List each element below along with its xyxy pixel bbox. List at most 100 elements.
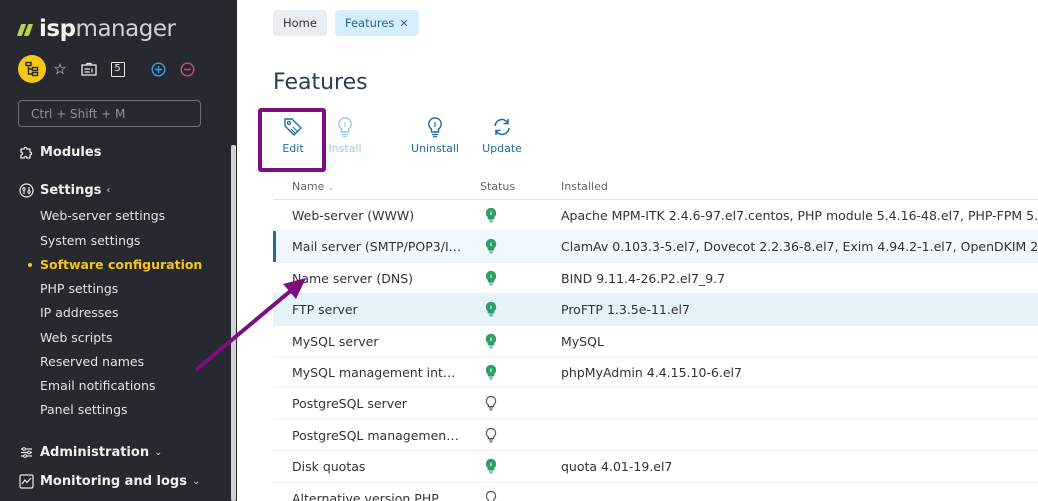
sidebar-item-label: Software configuration [40, 257, 203, 272]
table-row[interactable]: MySQL management interface phpMyAdmin 4.4… [273, 357, 1038, 389]
feature-name: Name server (DNS) [292, 270, 414, 286]
sidebar-item-ip-addresses[interactable]: IP addresses [40, 304, 119, 322]
tag-edit-icon [284, 118, 302, 136]
lightbulb-icon [338, 117, 352, 138]
page-title: Features [273, 70, 368, 95]
sidebar: ispmanager ☆ 5 Modules Settings ‹ Web-se… [0, 0, 237, 501]
tab-features[interactable]: Features ✕ [334, 10, 419, 36]
sidebar-item-reserved-names[interactable]: Reserved names [40, 353, 144, 371]
lightbulb-on-icon [484, 301, 498, 317]
lightbulb-off-icon [484, 427, 498, 443]
column-header-installed[interactable]: Installed [561, 180, 608, 193]
add-circle-icon[interactable] [151, 55, 166, 83]
column-header-name[interactable]: Name ⌄ [292, 180, 334, 193]
lightbulb-off-icon [484, 395, 498, 411]
lightbulb-on-icon [484, 270, 498, 286]
chevron-left-icon: ‹ [106, 184, 111, 196]
update-label: Update [482, 142, 522, 155]
feature-name: Mail server (SMTP/POP3/IMAP) [292, 239, 462, 255]
table-row[interactable]: PostgreSQL server [273, 388, 1038, 420]
installed-version: BIND 9.11.4-26.P2.el7_9.7 [561, 270, 726, 286]
features-table: Name ⌄ Status Installed Web-server (WWW) A… [273, 172, 1038, 501]
nav-section-label: Monitoring and logs [40, 473, 187, 489]
favorites-star-icon[interactable]: ☆ [52, 55, 68, 83]
logo-mark-icon [16, 22, 35, 36]
puzzle-icon [18, 144, 34, 160]
chevron-down-icon: ⌄ [154, 446, 163, 458]
installed-version: ProFTP 1.3.5e-11.el7 [561, 302, 690, 318]
install-button[interactable]: Install [317, 112, 373, 162]
chevron-down-icon: ⌄ [191, 475, 201, 487]
monitoring-chart-icon [18, 473, 34, 489]
installed-version: quota 4.01-19.el7 [561, 459, 673, 475]
update-button[interactable]: Update [474, 112, 530, 162]
edit-label: Edit [282, 142, 304, 155]
table-row[interactable]: Alternative version PHP 5.2 [273, 483, 1038, 501]
user-menu-button[interactable] [18, 55, 46, 83]
sidebar-item-software-configuration[interactable]: Software configuration [28, 256, 203, 274]
table-row[interactable]: Disk quotas quota 4.01-19.el7 [273, 451, 1038, 483]
lightbulb-on-icon [484, 364, 498, 380]
lightbulb-off-icon [484, 490, 498, 501]
sidebar-item-web-scripts[interactable]: Web scripts [40, 329, 113, 347]
feature-name: MySQL management interface [292, 364, 462, 380]
tab-home[interactable]: Home [273, 10, 327, 36]
nav-section-label: Administration [40, 444, 150, 460]
notifications-counter-button[interactable]: 5 [110, 55, 125, 83]
edit-button[interactable]: Edit [265, 112, 321, 162]
ispmanager-logo[interactable]: isp manager [16, 14, 176, 44]
table-row[interactable]: PostgreSQL management interface [273, 420, 1038, 452]
nav-section-label: Modules [40, 144, 102, 160]
nav-section-label: Settings [40, 182, 102, 198]
sidebar-item-system-settings[interactable]: System settings [40, 232, 140, 250]
table-row[interactable]: FTP server ProFTP 1.3.5e-11.el7 [273, 294, 1038, 326]
column-header-label: Name [292, 180, 325, 193]
feature-name: MySQL server [292, 333, 379, 349]
nav-section-monitoring[interactable]: Monitoring and logs ⌄ [18, 471, 200, 491]
table-body: Web-server (WWW) Apache MPM-ITK 2.4.6-97.… [273, 200, 1038, 501]
table-row[interactable]: Mail server (SMTP/POP3/IMAP) ClamAv 0.103… [273, 231, 1038, 263]
table-header: Name ⌄ Status Installed [273, 172, 1038, 200]
feature-name: Alternative version PHP 5.2 [292, 490, 462, 501]
feature-name: Disk quotas [292, 459, 366, 475]
table-row[interactable]: Web-server (WWW) Apache MPM-ITK 2.4.6-97.… [273, 200, 1038, 232]
quick-actions-bar: ☆ 5 [18, 55, 228, 83]
nav-section-settings[interactable]: Settings ‹ [18, 180, 110, 200]
installed-version: Apache MPM-ITK 2.4.6-97.el7.centos, PHP … [561, 208, 1038, 223]
menu-search-input[interactable] [18, 100, 201, 127]
feature-name: FTP server [292, 302, 358, 318]
nav-section-administration[interactable]: Administration ⌄ [18, 442, 162, 462]
sidebar-scrollbar[interactable] [231, 145, 236, 501]
installed-version: MySQL [561, 333, 604, 349]
lightbulb-on-icon [484, 458, 498, 474]
uninstall-button[interactable]: Uninstall [407, 112, 463, 162]
sidebar-item-email-notifications[interactable]: Email notifications [40, 377, 155, 395]
refresh-icon [494, 118, 510, 136]
tab-label: Features [344, 16, 395, 30]
uninstall-label: Uninstall [411, 142, 459, 155]
lightbulb-on-icon [484, 207, 498, 223]
table-row[interactable]: MySQL server MySQL [273, 326, 1038, 357]
sitemap-icon [25, 61, 39, 77]
table-row[interactable]: Name server (DNS) BIND 9.11.4-26.P2.el7_9… [273, 263, 1038, 295]
install-label: Install [328, 142, 362, 155]
installed-version: phpMyAdmin 4.4.15.10-6.el7 [561, 364, 742, 380]
installed-version: ClamAv 0.103.3-5.el7, Dovecot 2.2.36-8.e… [561, 239, 1038, 255]
feature-name: PostgreSQL server [292, 396, 407, 412]
remove-circle-icon[interactable] [180, 55, 195, 83]
breadcrumb: Home Features ✕ [273, 10, 419, 36]
id-card-icon[interactable] [80, 55, 98, 83]
admin-sliders-icon [18, 444, 34, 460]
sidebar-item-web-server-settings[interactable]: Web-server settings [40, 207, 165, 225]
main-content: Home Features ✕ Features Edit Install Un… [237, 0, 1038, 501]
active-indicator [28, 263, 32, 267]
sidebar-item-panel-settings[interactable]: Panel settings [40, 401, 128, 419]
close-icon[interactable]: ✕ [399, 17, 408, 30]
notifications-count: 5 [110, 61, 125, 77]
lightbulb-on-icon [484, 333, 498, 349]
sidebar-item-php-settings[interactable]: PHP settings [40, 280, 118, 298]
column-header-status[interactable]: Status [480, 180, 515, 193]
sort-chevron-down-icon: ⌄ [327, 183, 335, 192]
nav-section-modules[interactable]: Modules [18, 142, 101, 162]
logo-text-bold: isp [39, 16, 76, 42]
